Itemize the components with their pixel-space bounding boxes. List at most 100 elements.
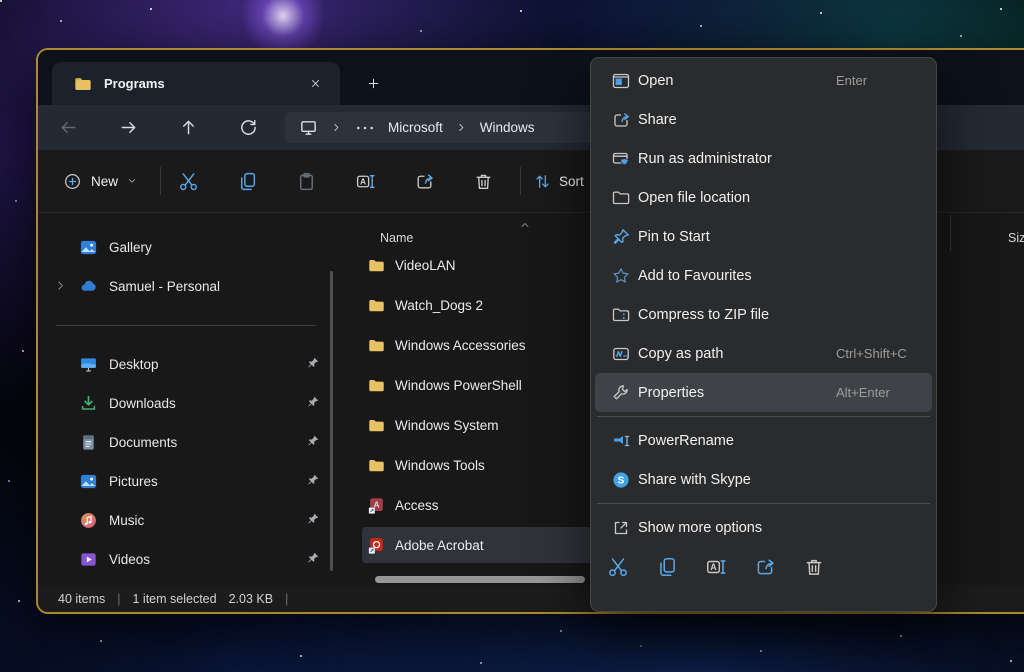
menu-item-compress-to-zip[interactable]: Compress to ZIP file xyxy=(595,295,932,334)
breadcrumb-chevron-icon xyxy=(456,122,467,133)
menu-item-pin-to-start[interactable]: Pin to Start xyxy=(595,217,932,256)
pin-icon xyxy=(306,512,320,526)
copy-button[interactable] xyxy=(228,162,266,200)
selection-status: 1 item selected xyxy=(133,592,217,606)
pin-icon xyxy=(306,395,320,409)
menu-item-label: Pin to Start xyxy=(638,229,710,245)
menu-item-share[interactable]: Share xyxy=(595,100,932,139)
svg-text:A: A xyxy=(710,562,717,572)
pin-icon xyxy=(611,227,631,247)
gallery-icon xyxy=(79,238,98,257)
folder-icon xyxy=(368,417,385,434)
wrench-icon xyxy=(611,383,631,403)
horizontal-scrollbar[interactable] xyxy=(375,576,585,583)
pictures-icon xyxy=(79,472,98,491)
sort-arrows-icon xyxy=(533,172,552,191)
share-button[interactable] xyxy=(754,556,776,578)
menu-quick-actions: A xyxy=(591,547,936,578)
back-button[interactable] xyxy=(50,111,86,145)
share-icon xyxy=(611,110,631,130)
tab-programs[interactable]: Programs xyxy=(52,62,340,105)
sidebar-item-videos[interactable]: Videos xyxy=(46,540,327,579)
file-name: Windows System xyxy=(395,418,499,433)
folder-icon xyxy=(74,75,92,93)
sidebar-item-onedrive[interactable]: Samuel - Personal xyxy=(46,267,327,306)
sidebar-separator xyxy=(38,306,335,345)
sidebar-item-pictures[interactable]: Pictures xyxy=(46,462,327,501)
menu-item-open[interactable]: Open Enter xyxy=(595,61,932,100)
sidebar-item-downloads[interactable]: Downloads xyxy=(46,384,327,423)
new-tab-button[interactable] xyxy=(360,70,386,96)
sidebar-item-music[interactable]: Music xyxy=(46,501,327,540)
menu-item-powerrename[interactable]: PowerRename xyxy=(595,421,932,460)
file-name: VideoLAN xyxy=(395,258,456,273)
menu-item-show-more-options[interactable]: Show more options xyxy=(595,508,932,547)
forward-button[interactable] xyxy=(110,111,146,145)
menu-item-label: Show more options xyxy=(638,520,762,536)
tab-label: Programs xyxy=(104,76,290,91)
open-icon xyxy=(611,71,631,91)
folder-icon xyxy=(368,457,385,474)
menu-item-shortcut: Enter xyxy=(836,73,867,88)
pin-icon xyxy=(306,473,320,487)
column-header-size[interactable]: Size xyxy=(1008,231,1024,245)
close-tab-icon[interactable] xyxy=(302,71,328,97)
menu-item-shortcut: Ctrl+Shift+C xyxy=(836,346,907,361)
column-header-name[interactable]: Name xyxy=(380,231,413,245)
pin-icon xyxy=(306,551,320,565)
this-pc-icon[interactable] xyxy=(299,118,318,137)
svg-text:A: A xyxy=(360,176,366,186)
sidebar-item-label: Desktop xyxy=(109,357,159,372)
new-button[interactable]: New xyxy=(53,164,147,198)
zip-folder-icon xyxy=(611,305,631,325)
sort-button-label: Sort xyxy=(559,174,584,189)
menu-item-copy-as-path[interactable]: Copy as path Ctrl+Shift+C xyxy=(595,334,932,373)
sort-button[interactable]: Sort xyxy=(533,164,584,198)
paste-button[interactable] xyxy=(287,162,325,200)
sidebar: Gallery Samuel - Personal Desk xyxy=(38,213,335,585)
up-button[interactable] xyxy=(170,111,206,145)
context-menu: Open Enter Share Run as administrator Op… xyxy=(590,57,937,612)
folder-outline-icon xyxy=(611,188,631,208)
status-divider: | xyxy=(117,592,120,606)
menu-item-open-file-location[interactable]: Open file location xyxy=(595,178,932,217)
refresh-button[interactable] xyxy=(230,111,266,145)
menu-item-label: PowerRename xyxy=(638,433,734,449)
rename-button[interactable]: A xyxy=(705,556,727,578)
star-icon xyxy=(611,266,631,286)
menu-item-share-with-skype[interactable]: S Share with Skype xyxy=(595,460,932,499)
menu-item-label: Open xyxy=(638,73,673,89)
menu-item-properties[interactable]: Properties Alt+Enter xyxy=(595,373,932,412)
cut-button[interactable] xyxy=(169,162,207,200)
sidebar-item-desktop[interactable]: Desktop xyxy=(46,345,327,384)
sidebar-item-gallery[interactable]: Gallery xyxy=(46,228,327,267)
menu-item-label: Compress to ZIP file xyxy=(638,307,769,323)
copy-button[interactable] xyxy=(656,556,678,578)
downloads-icon xyxy=(79,394,98,413)
selection-size: 2.03 KB xyxy=(229,592,273,606)
chevron-down-icon xyxy=(127,176,137,186)
sidebar-scrollbar[interactable] xyxy=(330,271,333,571)
delete-button[interactable] xyxy=(803,556,825,578)
copy-as-path-icon xyxy=(611,344,631,364)
file-name: Watch_Dogs 2 xyxy=(395,298,483,313)
menu-separator xyxy=(597,416,930,417)
sidebar-item-documents[interactable]: Documents xyxy=(46,423,327,462)
breadcrumb-overflow-icon[interactable] xyxy=(355,123,375,133)
address-bar[interactable]: Microsoft Windows xyxy=(285,112,617,143)
breadcrumb-item-microsoft[interactable]: Microsoft xyxy=(388,120,443,135)
rename-button[interactable]: A xyxy=(346,162,384,200)
menu-item-label: Properties xyxy=(638,385,704,401)
share-button[interactable] xyxy=(405,162,443,200)
menu-item-run-as-administrator[interactable]: Run as administrator xyxy=(595,139,932,178)
chevron-right-icon[interactable] xyxy=(54,279,67,292)
sidebar-item-label: Samuel - Personal xyxy=(109,279,220,294)
file-name: Windows Tools xyxy=(395,458,485,473)
menu-item-add-to-favourites[interactable]: Add to Favourites xyxy=(595,256,932,295)
breadcrumb-item-windows[interactable]: Windows xyxy=(480,120,535,135)
delete-button[interactable] xyxy=(464,162,502,200)
cut-button[interactable] xyxy=(607,556,629,578)
file-name: Access xyxy=(395,498,439,513)
folder-icon xyxy=(368,337,385,354)
show-more-icon xyxy=(611,518,631,538)
